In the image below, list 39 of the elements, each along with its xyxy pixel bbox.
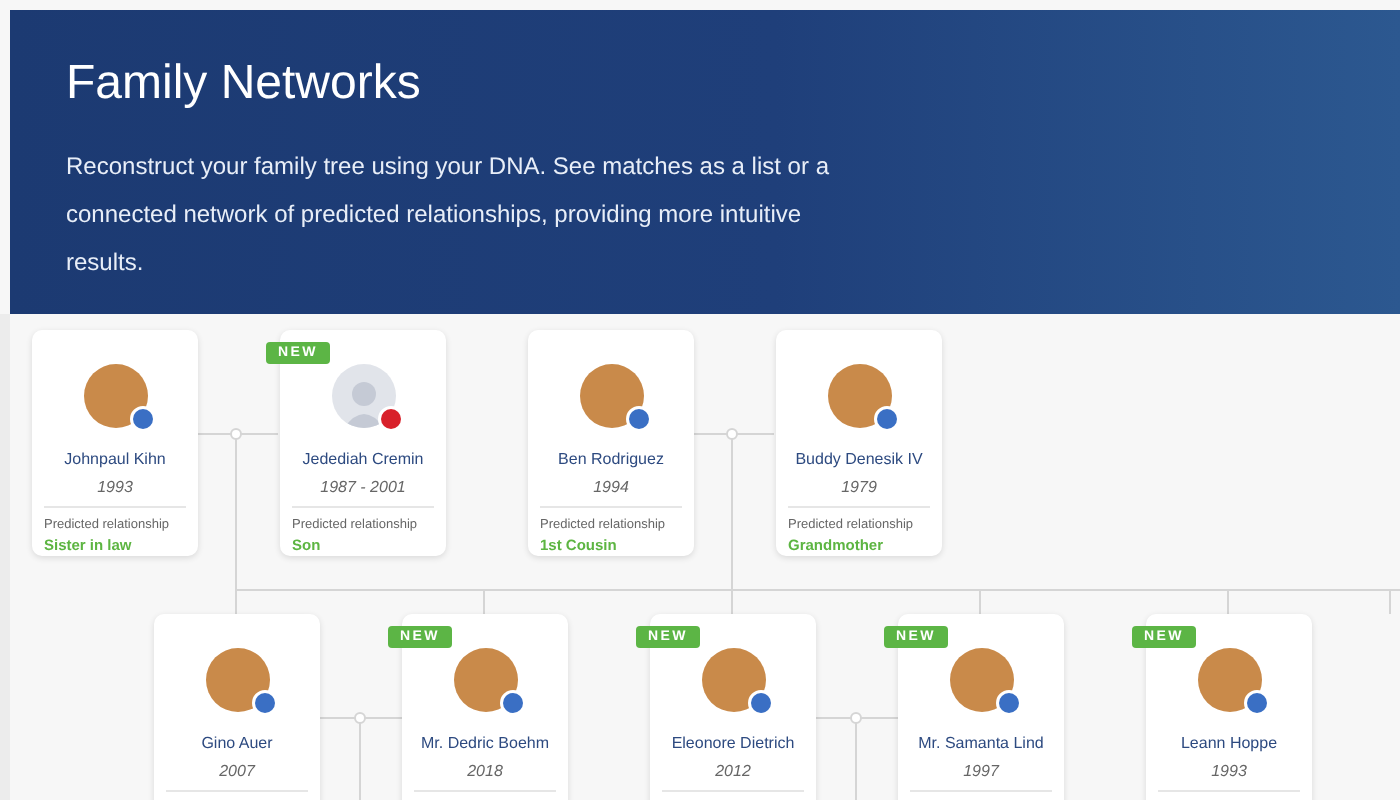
person-years: 1993 bbox=[1211, 762, 1247, 780]
flag-icon bbox=[129, 406, 155, 432]
flag-icon bbox=[377, 406, 403, 432]
person-years: 2007 bbox=[219, 762, 255, 780]
photo-placeholder bbox=[701, 648, 765, 712]
person-years: 1994 bbox=[593, 478, 629, 496]
flag-icon bbox=[995, 690, 1021, 716]
photo-placeholder bbox=[949, 648, 1013, 712]
person-name: Johnpaul Kihn bbox=[64, 450, 166, 468]
person-years: 1997 bbox=[963, 762, 999, 780]
person-name: Jedediah Cremin bbox=[302, 450, 424, 468]
page-description: Reconstruct your family tree using your DNA. See matches as a list or a connected network of predicted relationships, providing more intuitive results. bbox=[66, 150, 831, 280]
person-name: Mr. Dedric Boehm bbox=[420, 734, 550, 752]
person-name: Buddy Denesik IV bbox=[795, 450, 923, 468]
photo-placeholder bbox=[1197, 648, 1261, 712]
flag-icon bbox=[625, 406, 651, 432]
person-name: Mr. Samanta Lind bbox=[918, 734, 1044, 752]
person-years: 1993 bbox=[97, 478, 133, 496]
person-card[interactable]: Gino Auer 2007 bbox=[154, 614, 320, 800]
person-name: Ben Rodriguez bbox=[558, 450, 664, 468]
person-name: Gino Auer bbox=[201, 734, 273, 752]
flag-icon bbox=[747, 690, 773, 716]
person-years: 2012 bbox=[715, 762, 751, 780]
flag-icon bbox=[1243, 690, 1269, 716]
person-name: Eleonore Dietrich bbox=[671, 734, 795, 752]
flag-icon bbox=[251, 690, 277, 716]
photo-placeholder bbox=[83, 364, 147, 428]
person-years: 1987 - 2001 bbox=[320, 478, 406, 496]
photo-placeholder bbox=[579, 364, 643, 428]
flag-icon bbox=[499, 690, 525, 716]
person-name: Leann Hoppe bbox=[1180, 734, 1278, 752]
person-years: 1979 bbox=[841, 478, 877, 496]
avatar-silhouette-icon bbox=[331, 364, 395, 428]
page-title: Family Networks bbox=[66, 54, 423, 114]
flag-icon bbox=[873, 406, 899, 432]
photo-placeholder bbox=[205, 648, 269, 712]
person-years: 2018 bbox=[467, 762, 503, 780]
photo-placeholder bbox=[827, 364, 891, 428]
photo-placeholder bbox=[453, 648, 517, 712]
